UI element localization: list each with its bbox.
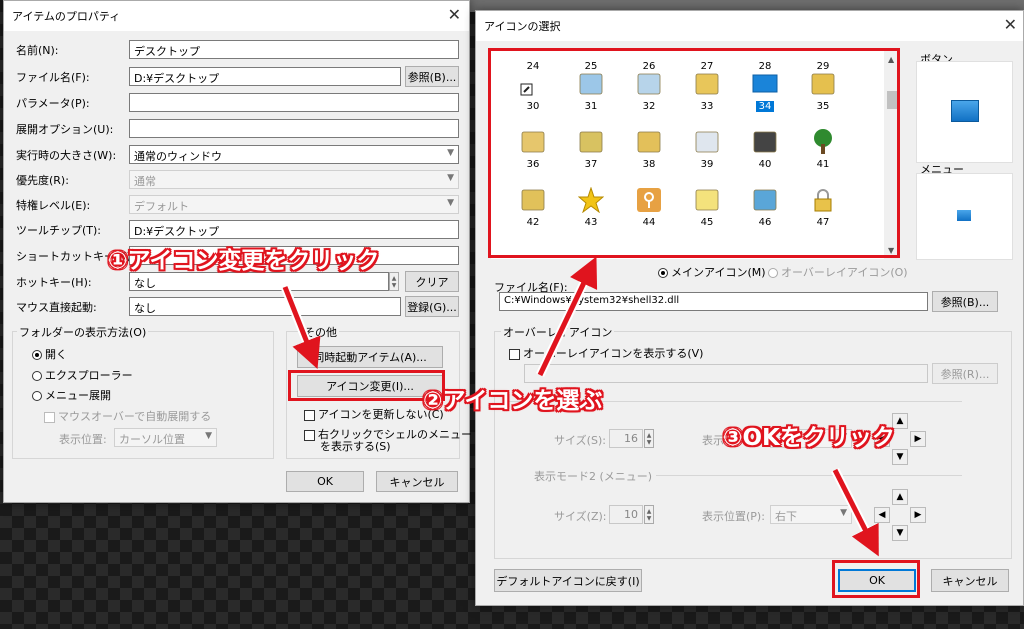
arrow-2 [537,256,598,377]
arrow-3 [832,468,879,557]
annotation-arrows [280,256,879,557]
annotation-step2: ②アイコンを選ぶ [423,388,603,414]
arrow-1 [282,286,321,369]
annotation-step1: ①アイコン変更をクリック [108,248,380,274]
annotation-step3: ③OKをクリック [723,425,895,451]
